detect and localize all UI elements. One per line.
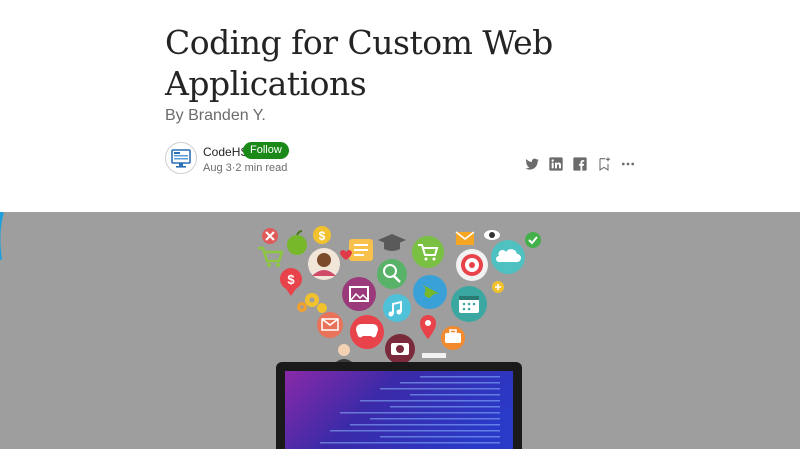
search-icon [377,259,407,289]
follow-button[interactable]: Follow [243,142,289,159]
mail-icon [317,312,343,338]
user-avatar-icon [308,248,340,280]
camera-icon [385,334,415,364]
graduation-cap-icon [378,234,406,251]
hero-image: $ $ [0,212,800,449]
close-icon [262,228,278,244]
facebook-icon[interactable] [572,156,588,172]
post-meta: Aug 3·2 min read [203,162,287,174]
dollar-icon: $ [313,226,331,244]
article-byline: By Branden Y. [165,107,266,124]
gear-icon [297,293,327,313]
svg-text:$: $ [319,229,326,243]
share-bar [524,156,636,172]
globe-icon [413,275,447,309]
plus-icon [492,281,504,293]
apple-icon [287,230,307,255]
post-date: Aug 3 [203,162,232,174]
svg-text:$: $ [287,272,295,287]
cloud-icon [491,240,525,274]
location-pin-icon [420,315,436,339]
author-name[interactable]: CodeHS [203,145,248,159]
document-icon [349,239,373,261]
image-icon [342,277,376,311]
edge-arc [0,212,4,260]
read-time: 2 min read [235,162,288,174]
calendar-icon [451,286,487,322]
codehs-logo-icon [171,149,191,168]
eye-icon [484,230,500,240]
target-icon [456,249,488,281]
gamepad-icon [350,315,384,349]
dollar-pin-icon: $ [280,268,302,296]
bookmark-add-icon[interactable] [596,156,612,172]
twitter-icon[interactable] [524,156,540,172]
cart-icon [412,236,444,268]
article-title: Coding for Custom Web Applications [165,23,553,103]
person-icon [336,344,352,362]
linkedin-icon[interactable] [548,156,564,172]
laptop-icon [276,362,522,449]
cart-icon [258,246,284,267]
web-apps-illustration: $ $ [0,212,541,449]
music-icon [383,294,411,322]
more-icon[interactable] [620,156,636,172]
article-header: Coding for Custom Web Applications By Br… [0,0,800,212]
briefcase-icon [441,326,465,350]
mail-icon [455,231,475,245]
check-icon [525,232,541,248]
author-avatar[interactable] [165,142,197,174]
small-card [422,353,446,358]
